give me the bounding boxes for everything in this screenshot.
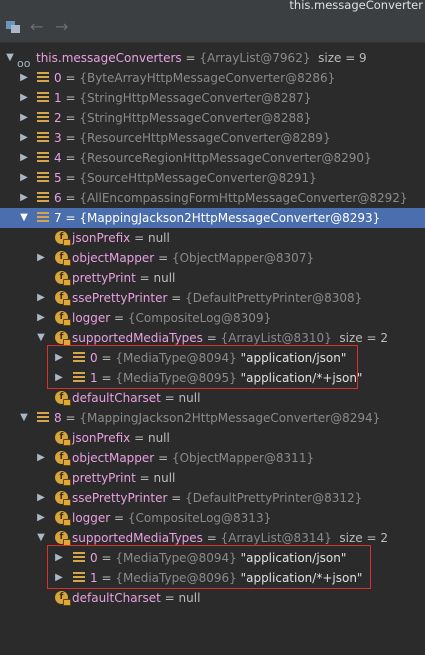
tree-row-item-5[interactable]: ▶ 5 = {SourceHttpMessageConverter@8291} — [0, 168, 425, 188]
root-value: {ArrayList@7962} — [199, 51, 311, 65]
list-icon — [37, 192, 49, 204]
chevron-right-icon[interactable]: ▶ — [35, 308, 47, 328]
tree-row-jsonprefix[interactable]: f jsonPrefix = null — [0, 428, 425, 448]
back-arrow-icon[interactable]: ← — [30, 17, 43, 37]
field-f-icon: f — [55, 511, 71, 526]
field-f-icon: f — [55, 391, 71, 406]
toolbar: ← → — [0, 12, 425, 43]
field-f-icon: f — [55, 491, 71, 506]
chevron-right-icon[interactable]: ▶ — [53, 368, 65, 388]
list-icon — [73, 572, 85, 584]
tree-row-item-7[interactable]: ▼ 7 = {MappingJackson2HttpMessageConvert… — [0, 208, 425, 228]
tree-row-prettyprint[interactable]: f prettyPrint = null — [0, 268, 425, 288]
chevron-right-icon[interactable]: ▶ — [35, 288, 47, 308]
chevron-down-icon[interactable]: ▼ — [35, 528, 47, 548]
tree-row-item-1[interactable]: ▶ 1 = {StringHttpMessageConverter@8287} — [0, 88, 425, 108]
field-f-icon: f — [55, 451, 71, 466]
list-icon — [73, 352, 85, 364]
list-icon — [37, 412, 49, 424]
chevron-down-icon[interactable]: ▼ — [18, 208, 30, 228]
tree-row-mediatype-1[interactable]: ▶ 1 = {MediaType@8096} "application/*+js… — [0, 568, 425, 588]
tree-row-defaultcharset[interactable]: f defaultCharset = null — [0, 588, 425, 608]
field-f-icon: f — [55, 531, 71, 546]
tree-row-defaultcharset[interactable]: f defaultCharset = null — [0, 388, 425, 408]
root-size: size = 9 — [318, 51, 367, 65]
tree-row-jsonprefix[interactable]: f jsonPrefix = null — [0, 228, 425, 248]
chevron-right-icon[interactable]: ▶ — [18, 168, 30, 188]
chevron-down-icon[interactable]: ▼ — [18, 408, 30, 428]
chevron-right-icon[interactable]: ▶ — [53, 568, 65, 588]
tree-row-logger[interactable]: ▶ f logger = {CompositeLog@8313} — [0, 508, 425, 528]
chevron-right-icon[interactable]: ▶ — [18, 148, 30, 168]
tree-row-item-8[interactable]: ▼ 8 = {MappingJackson2HttpMessageConvert… — [0, 408, 425, 428]
chevron-down-icon[interactable]: ▼ — [4, 48, 16, 68]
title-bar: this.messageConverter — [0, 0, 425, 12]
chevron-right-icon[interactable]: ▶ — [53, 548, 65, 568]
chevron-right-icon[interactable]: ▶ — [35, 508, 47, 528]
tree-row-sseprettyprinter[interactable]: ▶ f ssePrettyPrinter = {DefaultPrettyPri… — [0, 488, 425, 508]
list-icon — [73, 552, 85, 564]
tree-row-sseprettyprinter[interactable]: ▶ f ssePrettyPrinter = {DefaultPrettyPri… — [0, 288, 425, 308]
list-icon — [37, 132, 49, 144]
field-f-icon: f — [55, 471, 71, 486]
forward-arrow-icon[interactable]: → — [55, 17, 68, 37]
list-icon — [37, 112, 49, 124]
tree-row-objectmapper[interactable]: ▶ f objectMapper = {ObjectMapper@8311} — [0, 448, 425, 468]
list-icon — [37, 72, 49, 84]
chevron-right-icon[interactable]: ▶ — [18, 68, 30, 88]
chevron-right-icon[interactable]: ▶ — [35, 488, 47, 508]
tree-row-objectmapper[interactable]: ▶ f objectMapper = {ObjectMapper@8307} — [0, 248, 425, 268]
list-icon — [37, 212, 49, 224]
tree-row-logger[interactable]: ▶ f logger = {CompositeLog@8309} — [0, 308, 425, 328]
tree-row-mediatype-0[interactable]: ▶ 0 = {MediaType@8094} "application/json… — [0, 548, 425, 568]
debugger-icon[interactable] — [5, 20, 21, 34]
list-icon — [37, 92, 49, 104]
watch-glasses-icon: oo — [17, 57, 31, 70]
tree-row-item-0[interactable]: ▶ 0 = {ByteArrayHttpMessageConverter@828… — [0, 68, 425, 88]
chevron-right-icon[interactable]: ▶ — [18, 108, 30, 128]
field-f-icon: f — [55, 311, 71, 326]
chevron-right-icon[interactable]: ▶ — [18, 128, 30, 148]
chevron-down-icon[interactable]: ▼ — [35, 328, 47, 348]
field-f-icon: f — [55, 271, 71, 286]
tree-row-mediatype-1[interactable]: ▶ 1 = {MediaType@8095} "application/*+js… — [0, 368, 425, 388]
field-f-icon: f — [55, 291, 71, 306]
root-name: this.messageConverters — [36, 51, 182, 65]
window-title: this.messageConverter — [289, 0, 423, 12]
chevron-right-icon[interactable]: ▶ — [53, 348, 65, 368]
chevron-right-icon[interactable]: ▶ — [35, 248, 47, 268]
tree-row-item-3[interactable]: ▶ 3 = {ResourceHttpMessageConverter@8289… — [0, 128, 425, 148]
field-f-icon: f — [55, 331, 71, 346]
tree-row-item-4[interactable]: ▶ 4 = {ResourceRegionHttpMessageConverte… — [0, 148, 425, 168]
list-icon — [73, 372, 85, 384]
tree-row-root[interactable]: ▼ oo this.messageConverters = {ArrayList… — [0, 48, 425, 70]
tree-row-item-2[interactable]: ▶ 2 = {StringHttpMessageConverter@8288} — [0, 108, 425, 128]
chevron-right-icon[interactable]: ▶ — [18, 88, 30, 108]
chevron-right-icon[interactable]: ▶ — [18, 188, 30, 208]
field-f-icon: f — [55, 231, 71, 246]
tree-row-mediatype-0[interactable]: ▶ 0 = {MediaType@8094} "application/json… — [0, 348, 425, 368]
list-icon — [37, 152, 49, 164]
tree-row-item-6[interactable]: ▶ 6 = {AllEncompassingFormHttpMessageCon… — [0, 188, 425, 208]
tree-row-prettyprint[interactable]: f prettyPrint = null — [0, 468, 425, 488]
field-f-icon: f — [55, 431, 71, 446]
chevron-right-icon[interactable]: ▶ — [35, 448, 47, 468]
field-f-icon: f — [55, 251, 71, 266]
list-icon — [37, 172, 49, 184]
field-f-icon: f — [55, 591, 71, 606]
